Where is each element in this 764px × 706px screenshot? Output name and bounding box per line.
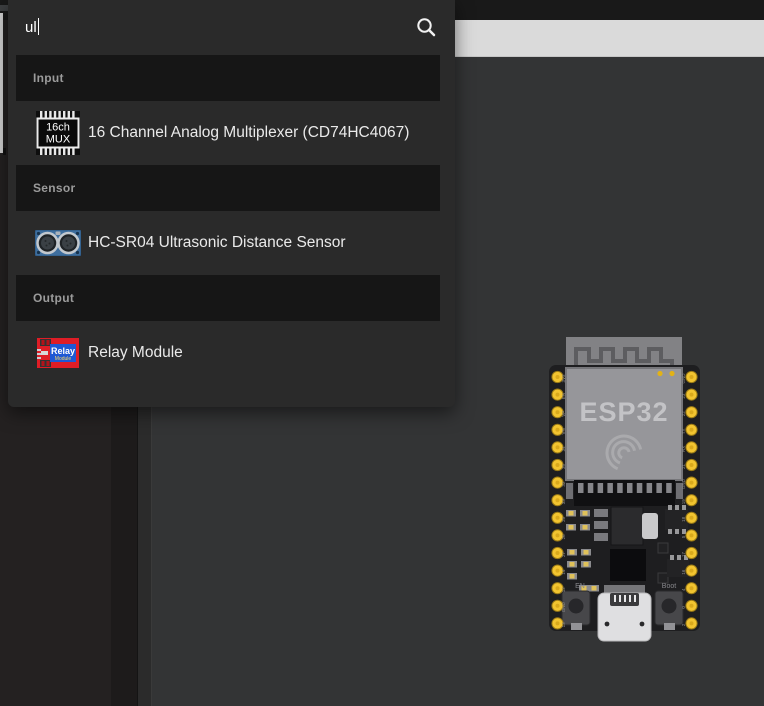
svg-text:16ch: 16ch [46,122,70,134]
editor-scrollbar-notch [0,5,8,11]
add-part-panel: ul Input 16ch MUX 16 Channel Analog Mult… [8,0,455,407]
svg-text:32: 32 [561,481,566,487]
svg-text:14: 14 [561,569,566,575]
svg-text:25: 25 [561,516,566,522]
svg-text:Module: Module [55,356,72,362]
svg-text:18: 18 [681,516,686,522]
svg-text:23: 23 [681,393,686,399]
editor-scrollbar-tick [3,148,6,155]
part-label: HC-SR04 Ultrasonic Distance Sensor [88,234,346,251]
part-list-item[interactable]: Relay Module Relay Module [16,321,440,385]
section-label: Input [33,71,64,85]
svg-text:21: 21 [681,464,686,470]
section-label: Sensor [33,181,76,195]
section-header: Sensor [16,165,440,211]
wifi-shield: ESP32 [565,367,683,481]
svg-text:MUX: MUX [46,134,71,146]
relay-module-icon: Relay Module [37,338,79,368]
svg-text:RX: RX [681,446,686,452]
text-caret [37,18,40,35]
esp32-board[interactable]: ESP32 EN Boot 3V3 EN VP VN 34 35 32 33 2… [549,337,700,645]
svg-text:35: 35 [561,464,566,470]
part-icon-box [35,230,81,256]
svg-text:VP: VP [561,411,566,417]
svg-text:13: 13 [561,622,566,628]
svg-text:34: 34 [561,446,566,452]
svg-text:12: 12 [561,587,566,593]
svg-text:26: 26 [561,534,566,540]
svg-text:19: 19 [681,499,686,505]
svg-text:3V3: 3V3 [561,374,566,383]
parts-list: Input 16ch MUX 16 Channel Analog Multipl… [16,55,440,385]
part-icon-box: 16ch MUX [35,111,81,155]
part-list-item[interactable]: 16ch MUX 16 Channel Analog Multiplexer (… [16,101,440,165]
svg-text:GND: GND [681,373,686,384]
module-castellation [566,480,683,506]
svg-text:Boot: Boot [662,583,676,590]
svg-text:17: 17 [681,552,686,558]
svg-text:16: 16 [681,569,686,575]
search-value: ul [25,18,40,38]
mux-chip-icon: 16ch MUX [36,111,80,155]
usb-connector [597,585,652,642]
svg-text:VN: VN [561,428,566,434]
svg-text:TX: TX [681,428,686,434]
svg-text:Relay: Relay [51,346,75,356]
module-label: ESP32 [579,397,668,427]
search-icon [417,18,436,37]
svg-text:27: 27 [561,552,566,558]
section-label: Output [33,291,75,305]
part-label: 16 Channel Analog Multiplexer (CD74HC406… [88,124,410,141]
svg-text:33: 33 [561,499,566,505]
ultrasonic-sensor-icon [35,230,81,256]
svg-text:22: 22 [681,411,686,417]
svg-text:GND: GND [681,478,686,489]
svg-text:EN: EN [561,393,566,399]
svg-text:GND: GND [561,602,566,613]
section-header: Output [16,275,440,321]
editor-scrollbar[interactable] [0,13,3,153]
search-input[interactable]: ul [16,6,440,50]
section-header: Input [16,55,440,101]
part-label: Relay Module [88,344,183,361]
part-list-item[interactable]: HC-SR04 Ultrasonic Distance Sensor [16,211,440,275]
part-icon-box: Relay Module [35,338,81,368]
svg-text:EN: EN [575,583,585,590]
